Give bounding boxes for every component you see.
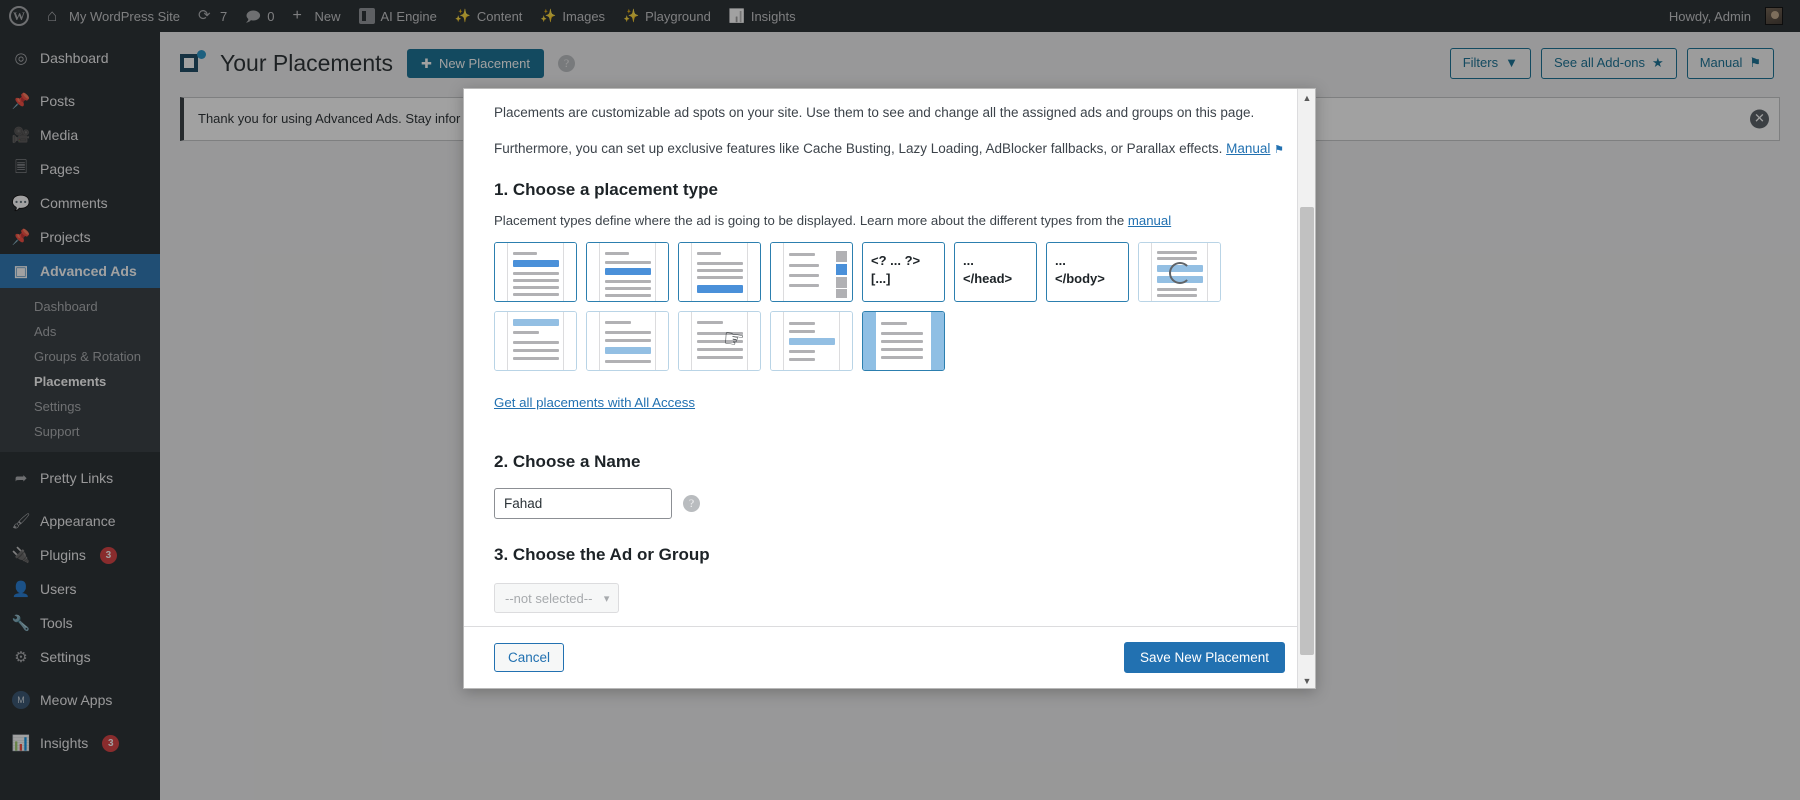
placement-type-sticky-sides[interactable]: ADD-ON [862,311,945,372]
placement-name-input[interactable] [494,488,672,520]
placement-type-list-item[interactable]: ADD-ON [770,311,853,372]
code-line-2: [...] [871,270,891,286]
cancel-button[interactable]: Cancel [494,643,565,672]
placement-type-php-shortcode[interactable]: <? ... ?> [...] [862,242,945,303]
code-line-1: <? ... ?> [871,253,921,269]
new-placement-modal: Placements are customizable ad spots on … [463,88,1316,689]
all-access-row: Get all placements with All Access [494,395,1293,410]
modal-intro-line1: Placements are customizable ad spots on … [494,105,1255,120]
step-1-subtitle: Placement types define where the ad is g… [494,213,1293,228]
pointing-hand-icon: ☞ [721,324,747,355]
layout-preview-icon [495,243,576,302]
placement-type-custom-position[interactable]: ☞ ADD-ON [678,311,761,372]
layout-preview-icon [679,243,760,302]
scrollbar-thumb[interactable] [1300,207,1314,655]
placement-type-background-ad[interactable]: ADD-ON [1138,242,1221,303]
step1-text: Placement types define where the ad is g… [494,213,1128,229]
placement-type-content-top[interactable] [494,242,577,303]
select-value: --not selected-- [505,590,593,606]
layout-preview-icon [863,312,944,371]
code-line-1: ... [963,253,974,269]
layout-preview-icon: ☞ [679,312,760,371]
modal-scrollbar[interactable]: ▲ ▼ [1297,89,1315,688]
placement-type-content-middle[interactable] [586,242,669,303]
get-all-placements-link[interactable]: Get all placements with All Access [494,395,695,410]
manual-link[interactable]: Manual [1226,141,1270,156]
modal-intro-line2: Furthermore, you can set up exclusive fe… [494,125,1293,161]
layout-preview-icon [1139,243,1220,302]
layout-preview-icon [587,243,668,302]
layout-preview-icon [771,243,852,302]
code-line-1: ... [1055,253,1066,269]
graduation-flag-icon: ⚑ [1274,143,1285,156]
help-icon[interactable]: ? [683,495,700,513]
step-1-title: 1. Choose a placement type [494,180,718,200]
chevron-down-icon[interactable]: ▼ [1298,672,1315,688]
intro-text: Furthermore, you can set up exclusive fe… [494,140,1227,156]
modal-body: Placements are customizable ad spots on … [464,89,1315,626]
code-line-2: </body> [1055,270,1105,286]
wp-admin-screen: My WordPress Site 7 0 New AI Engine Cont… [0,0,1800,800]
placement-type-post-top[interactable]: ADD-ON [494,311,577,372]
layout-preview-icon [587,312,668,371]
placement-type-content-bottom[interactable] [678,242,761,303]
step-3-title: 3. Choose the Ad or Group [494,545,710,565]
layout-preview-icon [495,312,576,371]
manual-link-inline[interactable]: manual [1128,213,1171,228]
code-line-2: </head> [963,270,1013,286]
modal-footer: Cancel Save New Placement [464,626,1315,688]
placement-type-sidebar-widget[interactable] [770,242,853,303]
ad-or-group-select[interactable]: --not selected-- [494,583,620,614]
ad-or-group-row: --not selected-- [494,583,1293,614]
save-new-placement-button[interactable]: Save New Placement [1123,642,1285,673]
placement-type-post-content[interactable]: ADD-ON [586,311,669,372]
placement-type-header-code[interactable]: ... </head> [954,242,1037,303]
step-2-title: 2. Choose a Name [494,452,641,472]
placement-type-grid: <? ... ?> [...] ... </head> ... </body> [494,242,1229,372]
layout-preview-icon [771,312,852,371]
name-field-row: ? [494,488,1293,520]
placement-type-footer-code[interactable]: ... </body> [1046,242,1129,303]
chevron-up-icon[interactable]: ▲ [1298,89,1315,107]
